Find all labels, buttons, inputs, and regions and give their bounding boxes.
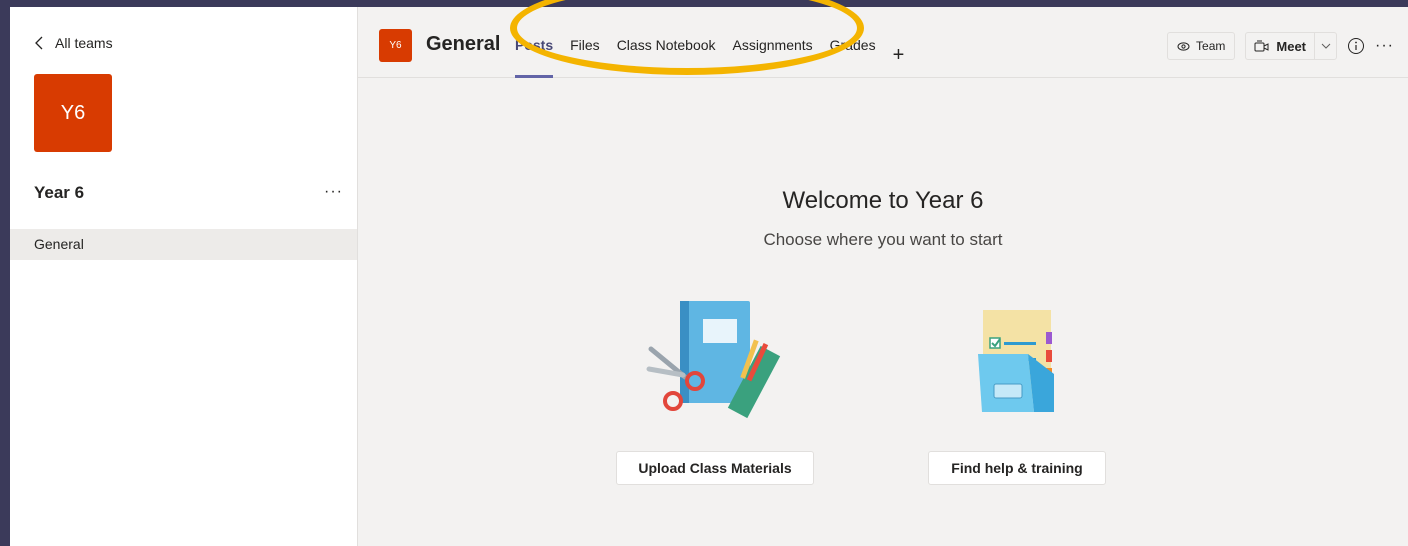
all-teams-link[interactable]: All teams: [34, 35, 113, 51]
class-materials-illustration: [646, 301, 781, 419]
sidebar: All teams Y6 Year 6 ··· General: [10, 7, 358, 546]
add-tab-button[interactable]: +: [893, 44, 905, 67]
folder-shape: [978, 354, 1034, 412]
team-more-options-button[interactable]: ···: [324, 183, 343, 201]
meet-button[interactable]: Meet: [1246, 33, 1314, 59]
welcome-heading: Welcome to Year 6: [782, 187, 984, 214]
header-actions: Team Meet ···: [1167, 32, 1394, 60]
upload-class-materials-button[interactable]: Upload Class Materials: [616, 451, 814, 485]
video-camera-icon: [1254, 40, 1269, 51]
tab-assignments[interactable]: Assignments: [733, 36, 813, 78]
team-view-label: Team: [1196, 39, 1226, 53]
eye-icon: [1177, 41, 1190, 51]
meet-button-group: Meet: [1245, 32, 1338, 60]
teams-window: All teams Y6 Year 6 ··· General Y6 Gener…: [10, 0, 1408, 546]
main-pane: Y6 General Posts Files Class Notebook As…: [358, 0, 1408, 546]
tab-files[interactable]: Files: [570, 36, 600, 78]
team-avatar: Y6: [34, 74, 112, 152]
tab-class-notebook[interactable]: Class Notebook: [617, 36, 716, 78]
channel-title: General: [426, 33, 501, 55]
channel-avatar: Y6: [379, 29, 412, 62]
meet-dropdown-button[interactable]: [1314, 33, 1336, 59]
help-training-illustration: [978, 310, 1054, 412]
channel-item-general[interactable]: General: [10, 229, 357, 260]
meet-label: Meet: [1276, 38, 1307, 54]
find-help-training-button[interactable]: Find help & training: [928, 451, 1106, 485]
channel-more-options-button[interactable]: ···: [1375, 37, 1394, 55]
team-name: Year 6: [34, 183, 85, 202]
tab-grades[interactable]: Grades: [830, 36, 876, 78]
team-view-button[interactable]: Team: [1167, 32, 1236, 60]
info-icon[interactable]: [1347, 37, 1365, 55]
tab-posts[interactable]: Posts: [515, 36, 554, 78]
channel-header: Y6 General Posts Files Class Notebook As…: [358, 0, 1408, 78]
all-teams-label: All teams: [55, 35, 113, 51]
welcome-subtitle: Choose where you want to start: [763, 230, 1003, 249]
chevron-down-icon: [1321, 43, 1330, 49]
chevron-left-icon: [35, 36, 43, 50]
tab-bar: Posts Files Class Notebook Assignments G…: [515, 36, 904, 78]
